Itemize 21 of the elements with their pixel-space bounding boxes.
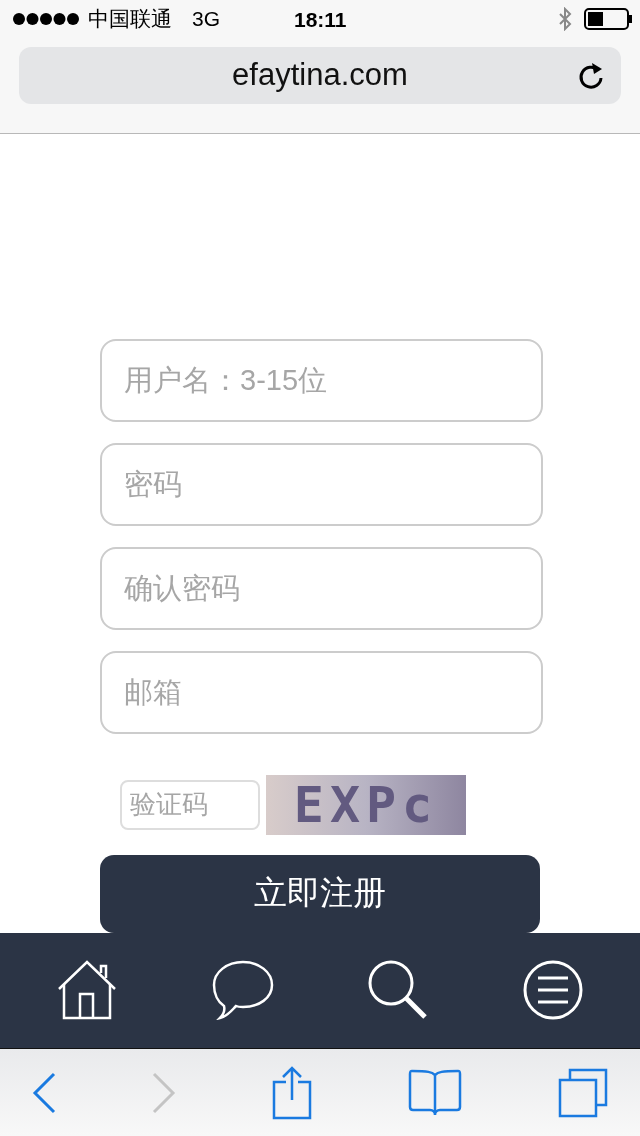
network-type: 3G [192,7,220,32]
search-icon[interactable] [368,960,429,1021]
input-field[interactable]: 确认密码 [100,546,543,630]
input-field[interactable]: 邮箱 [100,650,543,734]
address-bar[interactable]: efaytina.com [19,46,621,104]
input-field[interactable]: 用户名：3-15位 [100,338,543,422]
captcha-field[interactable]: 验证码 [120,779,260,830]
menu-icon[interactable] [522,960,583,1021]
book-icon[interactable] [408,1068,462,1117]
input-field[interactable]: 密码 [100,442,543,526]
signal-icon [12,12,80,27]
bluetooth-icon [558,7,572,32]
carrier-name: 中国联通 [88,6,172,33]
battery-icon [584,8,632,31]
home-icon[interactable] [57,960,118,1021]
share-icon[interactable] [272,1065,312,1120]
register-button[interactable]: 立即注册 [100,854,540,933]
chat-bubble-icon[interactable] [211,960,274,1021]
back-icon[interactable] [32,1071,56,1114]
tabs-icon[interactable] [558,1067,608,1118]
status-time: 18:11 [294,8,347,32]
